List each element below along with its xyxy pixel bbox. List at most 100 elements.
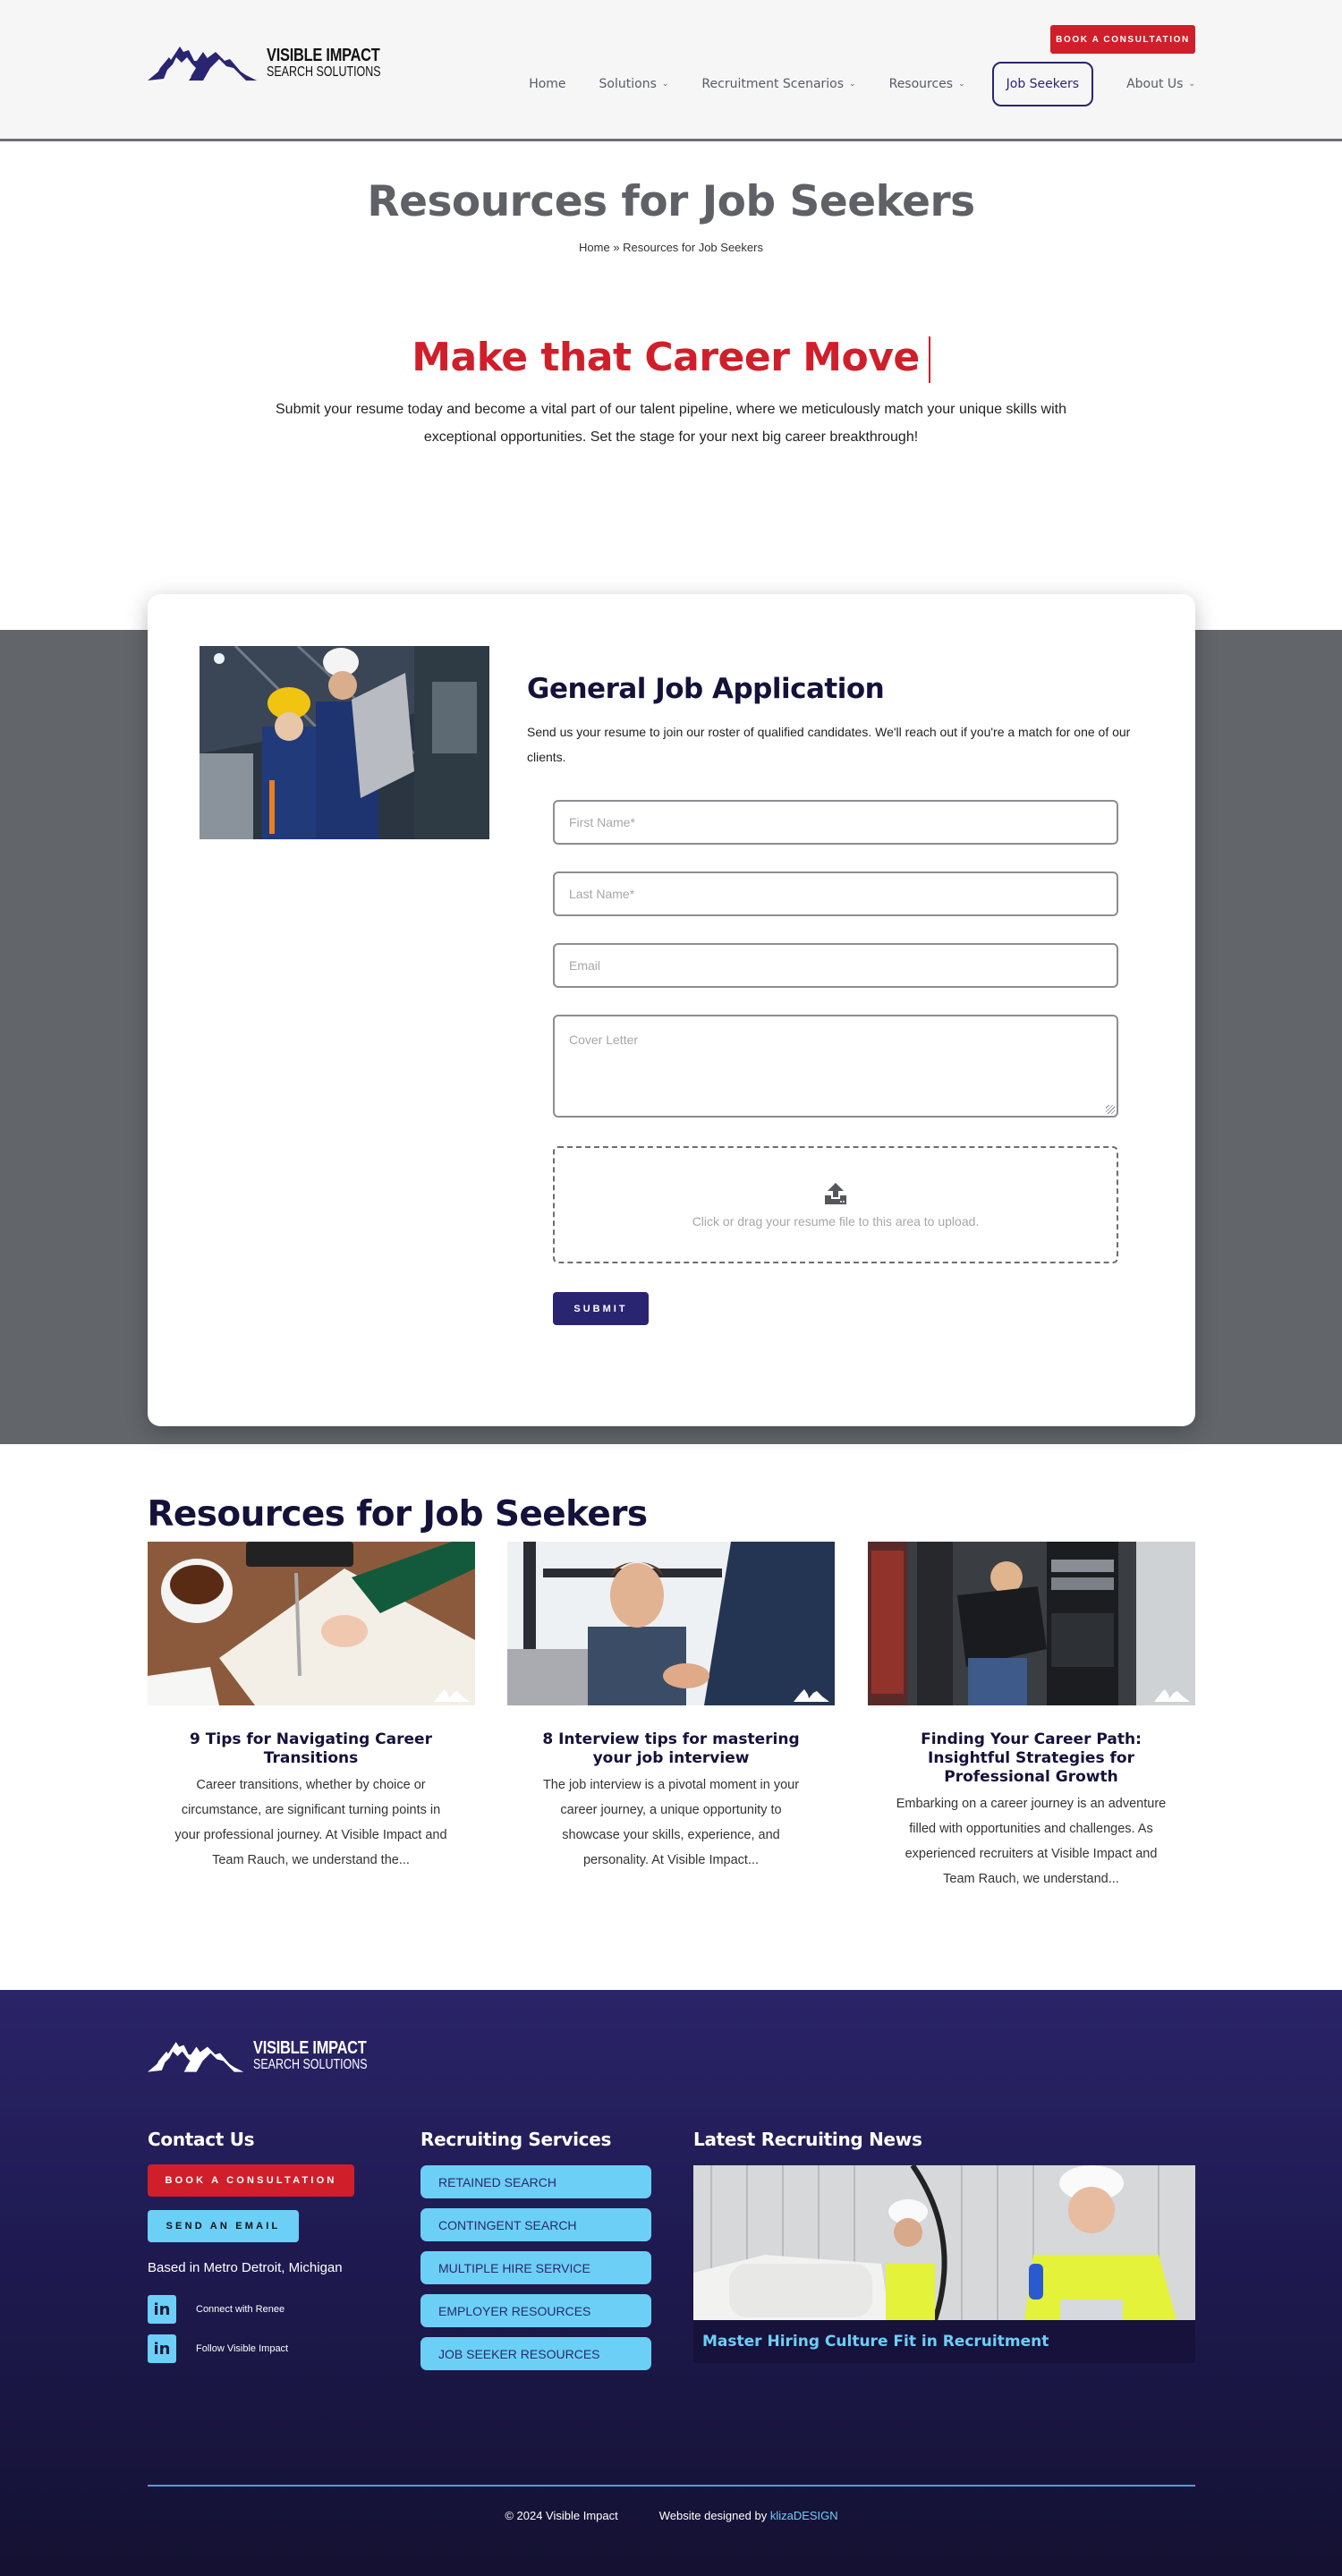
interview-photo-illustration [507, 1542, 835, 1705]
page-title: Resources for Job Seekers [367, 177, 975, 226]
application-card: General Job Application Send us your res… [148, 594, 1195, 1426]
resource-excerpt: The job interview is a pivotal moment in… [542, 1778, 800, 1867]
chevron-down-icon: ⌄ [849, 80, 856, 89]
social-label[interactable]: Follow Visible Impact [196, 2343, 288, 2354]
engineers-photo [200, 646, 489, 839]
designed-by-text: Website designed by [658, 2509, 770, 2522]
submit-button[interactable]: SUBMIT [553, 1292, 649, 1325]
nav-resources[interactable]: Resources ⌄ [889, 62, 965, 106]
resource-excerpt: Career transitions, whether by choice or… [174, 1778, 447, 1867]
nav-label: Home [529, 77, 566, 91]
nav-job-seekers[interactable]: Job Seekers [991, 62, 1094, 106]
location-text: Based in Metro Detroit, Michigan [148, 2260, 343, 2275]
resource-card[interactable]: 9 Tips for Navigating Career Transitions… [147, 1542, 475, 1892]
watermark-logo-icon [794, 1689, 829, 1702]
service-link-multiple-hire[interactable]: MULTIPLE HIRE SERVICE [420, 2251, 651, 2284]
hero-heading: Make that Career Move [0, 335, 1342, 383]
site-header: VISIBLE IMPACT SEARCH SOLUTIONS BOOK A C… [0, 0, 1342, 141]
cover-letter-textarea[interactable]: Cover Letter [553, 1015, 1118, 1118]
resource-title[interactable]: 8 Interview tips for mastering your job … [507, 1730, 835, 1768]
service-link-contingent-search[interactable]: CONTINGENT SEARCH [420, 2208, 651, 2241]
form-title: General Job Application [527, 673, 885, 705]
service-link-retained-search[interactable]: RETAINED SEARCH [420, 2165, 651, 2198]
designer-link[interactable]: klizaDESIGN [770, 2509, 838, 2522]
nav-label: Solutions [599, 77, 657, 91]
send-email-button[interactable]: SEND AN EMAIL [148, 2210, 299, 2242]
breadcrumb-current: Resources for Job Seekers [623, 241, 763, 254]
mountain-logo-icon [148, 47, 257, 81]
service-link-job-seeker-resources[interactable]: JOB SEEKER RESOURCES [420, 2337, 651, 2370]
factory-workers-photo-illustration [693, 2165, 1195, 2320]
footer-contact-column: Contact Us BOOK A CONSULTATION SEND AN E… [148, 2129, 362, 2363]
footer-news-column: Latest Recruiting News Master Hiring Cul… [693, 2129, 1195, 2363]
logo-line-1: VISIBLE IMPACT [253, 2038, 367, 2058]
typing-cursor [928, 336, 930, 383]
resource-card[interactable]: 8 Interview tips for mastering your job … [507, 1542, 835, 1892]
linkedin-icon[interactable]: in [148, 2334, 176, 2363]
resource-image[interactable] [147, 1542, 475, 1705]
form-description: Send us your resume to join our roster o… [527, 725, 1131, 764]
email-input[interactable]: Email [553, 943, 1118, 988]
email-placeholder: Email [569, 958, 601, 973]
resource-excerpt: Embarking on a career journey is an adve… [896, 1797, 1167, 1886]
services-heading: Recruiting Services [420, 2129, 612, 2150]
resource-title[interactable]: Finding Your Career Path: Insightful Str… [868, 1730, 1195, 1787]
hero-text: Submit your resume today and become a vi… [276, 402, 1066, 445]
first-name-placeholder: First Name* [569, 815, 635, 829]
resource-card[interactable]: Finding Your Career Path: Insightful Str… [867, 1542, 1195, 1892]
notebook-photo-illustration [147, 1542, 475, 1705]
resource-title[interactable]: 9 Tips for Navigating Career Transitions [148, 1730, 475, 1768]
resize-handle[interactable] [1106, 1105, 1115, 1114]
nav-recruitment-scenarios[interactable]: Recruitment Scenarios ⌄ [701, 62, 855, 106]
logo-line-1: VISIBLE IMPACT [267, 45, 380, 65]
footer-book-consultation-button[interactable]: BOOK A CONSULTATION [148, 2164, 354, 2197]
watermark-logo-icon [433, 1689, 470, 1702]
nav-label: Job Seekers [1006, 77, 1080, 91]
copyright-text: © 2024 Visible Impact [505, 2509, 618, 2522]
breadcrumb-separator: » [609, 241, 624, 254]
watermark-logo-icon [1153, 1689, 1190, 1702]
breadcrumb-home[interactable]: Home [579, 241, 610, 254]
social-label[interactable]: Connect with Renee [196, 2304, 285, 2315]
upload-icon [825, 1182, 846, 1204]
book-consultation-button[interactable]: BOOK A CONSULTATION [1050, 25, 1195, 54]
nav-home[interactable]: Home [529, 62, 565, 106]
hero-heading-text: Make that Career Move [412, 335, 920, 380]
news-title[interactable]: Master Hiring Culture Fit in Recruitment [693, 2320, 1195, 2363]
chevron-down-icon: ⌄ [1188, 80, 1195, 89]
linkedin-icon[interactable]: in [148, 2295, 176, 2324]
first-name-input[interactable]: First Name* [553, 800, 1118, 845]
footer-divider [148, 2485, 1195, 2487]
resume-upload-dropzone[interactable]: Click or drag your resume file to this a… [553, 1146, 1118, 1263]
nav-label: Recruitment Scenarios [701, 77, 845, 91]
nav-about-us[interactable]: About Us ⌄ [1126, 62, 1195, 106]
social-link-visible-impact[interactable]: in Follow Visible Impact [148, 2334, 362, 2363]
main-nav: Home Solutions ⌄ Recruitment Scenarios ⌄… [496, 62, 1195, 106]
footer-logo[interactable]: VISIBLE IMPACT SEARCH SOLUTIONS [148, 2039, 400, 2072]
service-link-employer-resources[interactable]: EMPLOYER RESOURCES [420, 2294, 651, 2327]
last-name-input[interactable]: Last Name* [553, 871, 1118, 916]
social-link-renee[interactable]: in Connect with Renee [148, 2295, 362, 2324]
resources-heading: Resources for Job Seekers [147, 1494, 649, 1535]
footer-services-column: Recruiting Services RETAINED SEARCH CONT… [420, 2129, 651, 2370]
breadcrumb: Home » Resources for Job Seekers [0, 241, 1342, 254]
engineers-photo-illustration [200, 646, 489, 839]
chevron-down-icon: ⌄ [958, 80, 965, 89]
logo-line-2: SEARCH SOLUTIONS [267, 64, 381, 80]
server-room-photo-illustration [867, 1542, 1195, 1705]
cover-letter-placeholder: Cover Letter [569, 1033, 639, 1047]
news-card[interactable]: Master Hiring Culture Fit in Recruitment [693, 2165, 1195, 2363]
nav-label: About Us [1126, 77, 1184, 91]
news-image[interactable] [693, 2165, 1195, 2320]
site-logo[interactable]: VISIBLE IMPACT SEARCH SOLUTIONS [148, 45, 413, 81]
nav-solutions[interactable]: Solutions ⌄ [599, 62, 669, 106]
resource-image[interactable] [867, 1542, 1195, 1705]
resources-section: Resources for Job Seekers 9 Tips for Nav… [147, 1494, 1195, 1892]
upload-instructions: Click or drag your resume file to this a… [692, 1213, 980, 1228]
news-heading: Latest Recruiting News [693, 2129, 922, 2150]
chevron-down-icon: ⌄ [661, 80, 669, 89]
resource-image[interactable] [507, 1542, 835, 1705]
nav-label: Resources [888, 77, 954, 91]
mountain-logo-icon [148, 2041, 244, 2072]
application-section: General Job Application Send us your res… [0, 594, 1342, 1444]
